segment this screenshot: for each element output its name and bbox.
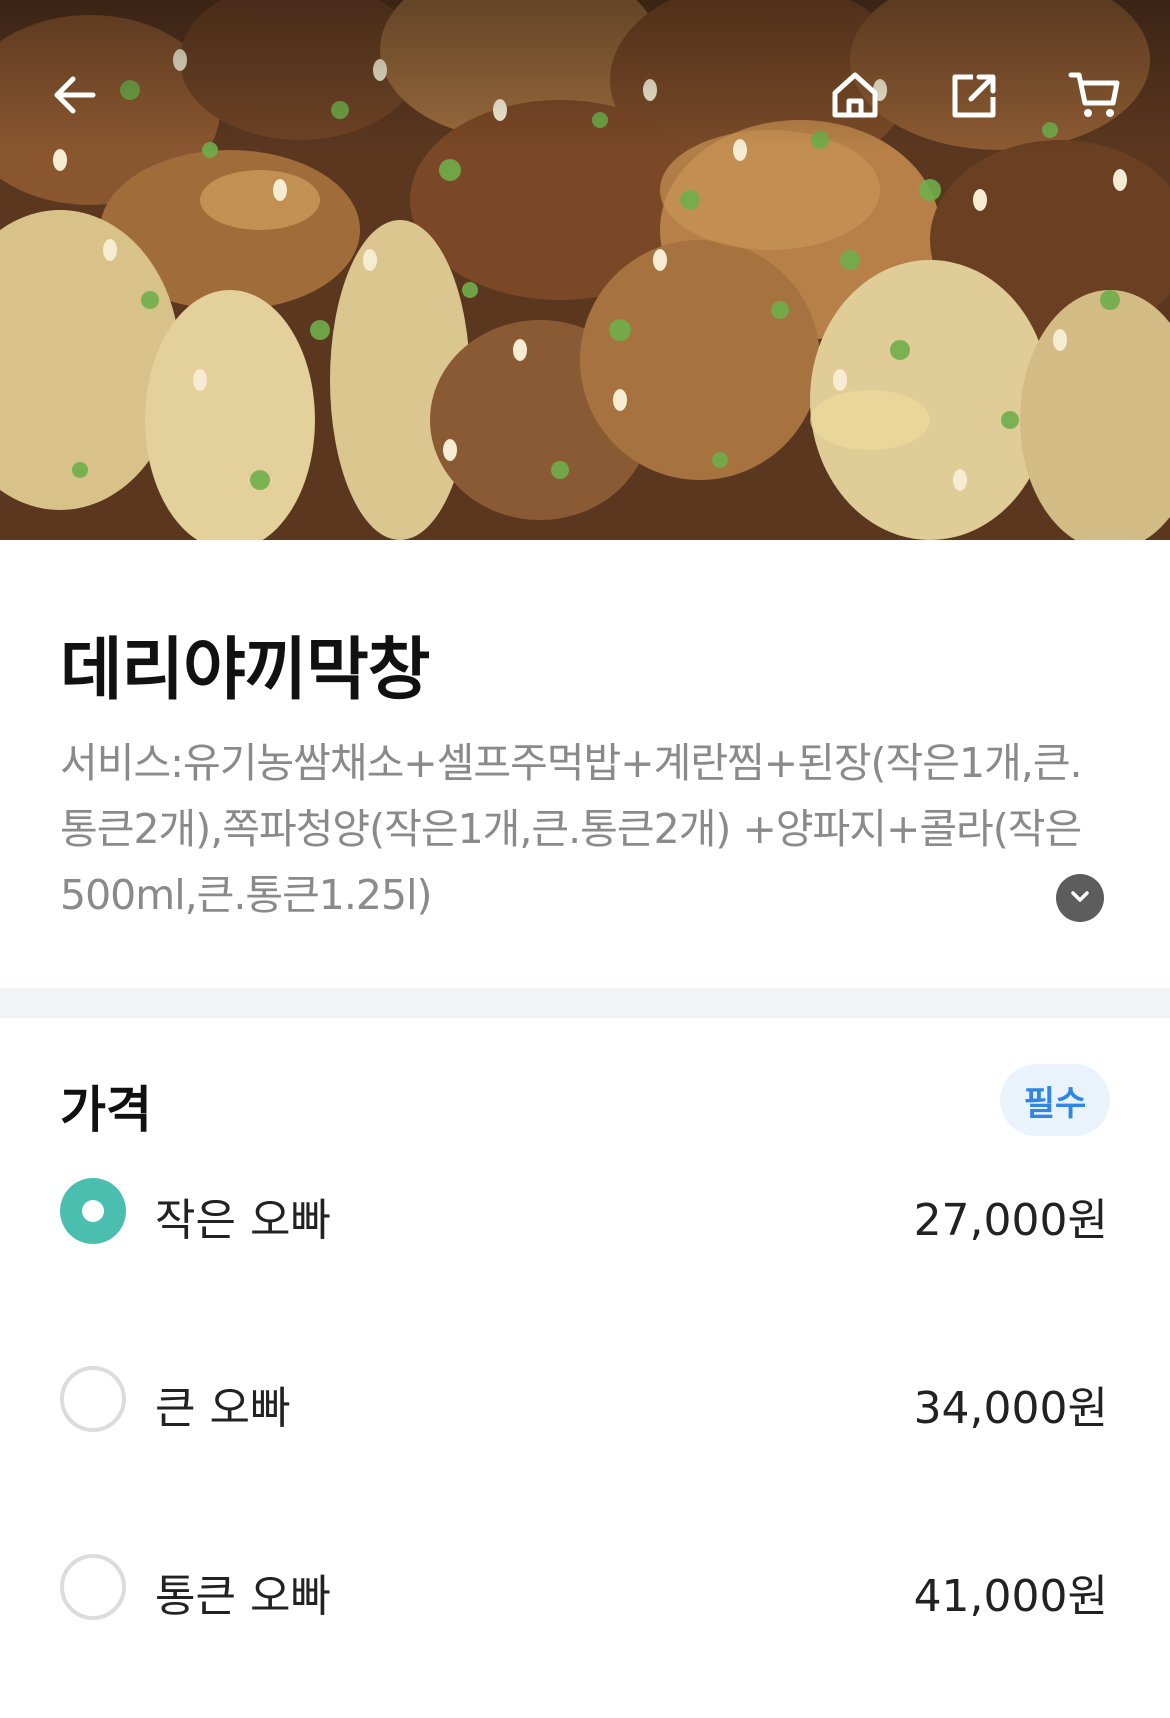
expand-description-button[interactable]	[1056, 874, 1104, 922]
option-price: 41,000원	[913, 1571, 1108, 1622]
price-option-small[interactable]: 작은 오빠 27,000원	[0, 1158, 1170, 1268]
radio-unselected[interactable]	[60, 1366, 126, 1432]
back-button[interactable]	[40, 60, 110, 130]
home-icon	[827, 67, 883, 123]
share-icon	[947, 67, 1003, 123]
product-title: 데리야끼막창	[60, 631, 430, 710]
radio-selected[interactable]	[60, 1178, 126, 1244]
price-section-title: 가격	[60, 1081, 152, 1139]
cart-button[interactable]	[1060, 60, 1130, 130]
section-divider	[0, 988, 1170, 1018]
product-info: 데리야끼막창 서비스:유기농쌈채소+셀프주먹밥+계란찜+된장(작은1개,큰.통큰…	[0, 540, 1170, 988]
product-description: 서비스:유기농쌈채소+셀프주먹밥+계란찜+된장(작은1개,큰.통큰2개),쪽파청…	[60, 739, 1083, 919]
option-label: 통큰 오빠	[155, 1571, 331, 1622]
radio-unselected[interactable]	[60, 1554, 126, 1620]
option-label: 큰 오빠	[155, 1383, 291, 1434]
option-label: 작은 오빠	[155, 1195, 331, 1246]
price-option-extra-large[interactable]: 통큰 오빠 41,000원	[0, 1534, 1170, 1644]
home-button[interactable]	[820, 60, 890, 130]
price-section: 가격 필수 작은 오빠 27,000원 큰 오빠 34,000원 통큰 오빠 4…	[0, 1018, 1170, 1718]
cart-icon	[1067, 67, 1123, 123]
chevron-down-icon	[1067, 883, 1093, 913]
product-detail-page: 데리야끼막창 서비스:유기농쌈채소+셀프주먹밥+계란찜+된장(작은1개,큰.통큰…	[0, 0, 1170, 1718]
option-price: 34,000원	[913, 1383, 1108, 1434]
back-arrow-icon	[47, 67, 103, 123]
share-button[interactable]	[940, 60, 1010, 130]
price-option-large[interactable]: 큰 오빠 34,000원	[0, 1346, 1170, 1456]
product-photo	[0, 0, 1170, 540]
option-price: 27,000원	[913, 1195, 1108, 1246]
required-badge: 필수	[1000, 1064, 1110, 1136]
